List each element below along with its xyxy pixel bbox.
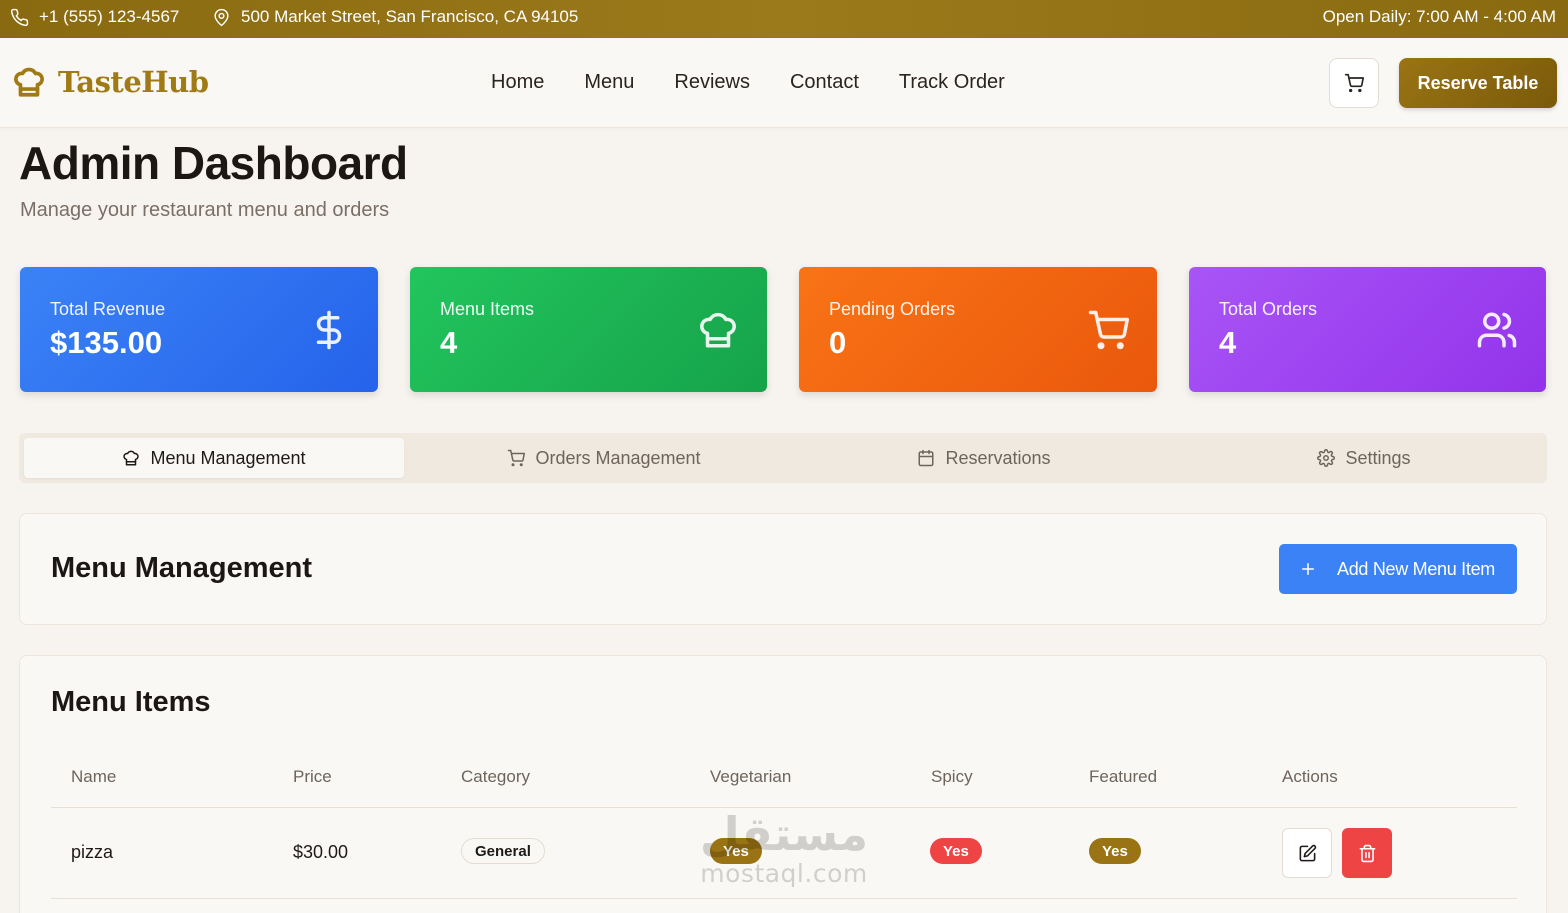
edit-icon xyxy=(1299,844,1316,861)
logo-text: TasteHub xyxy=(58,65,209,99)
section-title: Menu Items xyxy=(51,686,211,718)
stat-card-pending-orders: Pending Orders 0 xyxy=(799,267,1157,392)
add-menu-item-button[interactable]: Add New Menu Item xyxy=(1279,544,1517,594)
top-info-bar: +1 (555) 123-4567 500 Market Street, San… xyxy=(0,0,1568,38)
stat-label: Pending Orders xyxy=(829,299,956,319)
tab-label: Menu Management xyxy=(150,447,306,468)
column-header: Actions xyxy=(1282,767,1338,786)
nav-links: Home Menu Reviews Contact Track Order xyxy=(491,71,1005,94)
item-price: $30.00 xyxy=(293,842,349,862)
tab-label: Reservations xyxy=(945,447,1051,468)
cart-icon xyxy=(1087,309,1129,351)
cart-button[interactable] xyxy=(1329,58,1379,108)
contact-address: 500 Market Street, San Francisco, CA 941… xyxy=(212,7,578,27)
menu-management-card: Menu Management Add New Menu Item xyxy=(19,513,1547,625)
page-title: Admin Dashboard xyxy=(19,137,408,189)
chef-hat-icon xyxy=(697,309,739,351)
section-title: Menu Management xyxy=(51,552,313,584)
tab-settings[interactable]: Settings xyxy=(1174,438,1554,478)
table-header: Name Price Category Vegetarian Spicy Fea… xyxy=(51,756,1517,808)
column-header: Featured xyxy=(1089,767,1158,786)
chef-hat-icon xyxy=(123,450,140,466)
nav-link-reviews[interactable]: Reviews xyxy=(674,71,750,94)
tab-menu-management[interactable]: Menu Management xyxy=(24,438,404,478)
nav-link-home[interactable]: Home xyxy=(491,71,544,94)
chef-hat-icon xyxy=(14,67,44,97)
main-navbar: TasteHub Home Menu Reviews Contact Track… xyxy=(0,38,1568,128)
map-pin-icon xyxy=(214,8,229,26)
nav-link-contact[interactable]: Contact xyxy=(790,71,859,94)
stat-label: Total Orders xyxy=(1219,299,1318,319)
opening-hours: Open Daily: 7:00 AM - 4:00 AM xyxy=(1323,7,1556,27)
stat-label: Total Revenue xyxy=(50,299,166,319)
reserve-table-button[interactable]: Reserve Table xyxy=(1399,58,1557,108)
edit-button[interactable] xyxy=(1282,828,1332,878)
stat-card-total-revenue: Total Revenue $135.00 xyxy=(20,267,378,392)
tab-label: Settings xyxy=(1345,447,1411,468)
nav-link-track-order[interactable]: Track Order xyxy=(899,71,1005,94)
stat-value: 0 xyxy=(829,325,847,360)
stat-card-total-orders: Total Orders 4 xyxy=(1189,267,1546,392)
contact-phone[interactable]: +1 (555) 123-4567 xyxy=(10,7,179,27)
stat-value: 4 xyxy=(1219,325,1237,360)
hours-text: Open Daily: 7:00 AM - 4:00 AM xyxy=(1322,7,1556,26)
page-subtitle: Manage your restaurant menu and orders xyxy=(20,199,390,221)
delete-button[interactable] xyxy=(1342,828,1392,878)
stat-value: 4 xyxy=(440,325,458,360)
users-icon xyxy=(1476,309,1518,351)
column-header: Category xyxy=(461,767,530,786)
trash-icon xyxy=(1359,844,1375,862)
stat-value: $135.00 xyxy=(50,325,163,360)
stat-card-menu-items: Menu Items 4 xyxy=(410,267,767,392)
plus-icon xyxy=(1302,563,1314,575)
tab-orders-management[interactable]: Orders Management xyxy=(414,438,794,478)
phone-icon xyxy=(10,8,29,26)
gear-icon xyxy=(1317,449,1336,467)
vegetarian-badge: Yes xyxy=(710,838,762,864)
add-menu-item-label: Add New Menu Item xyxy=(1337,558,1495,579)
phone-number: +1 (555) 123-4567 xyxy=(39,7,180,26)
spicy-badge: Yes xyxy=(930,838,982,864)
dollar-icon xyxy=(308,309,350,351)
tab-reservations[interactable]: Reservations xyxy=(794,438,1174,478)
calendar-icon xyxy=(918,449,934,467)
item-name: pizza xyxy=(71,842,114,862)
column-header: Price xyxy=(293,767,332,786)
nav-link-menu[interactable]: Menu xyxy=(584,71,634,94)
dashboard-tabs: Menu Management Orders Management Reserv… xyxy=(19,433,1547,483)
featured-badge: Yes xyxy=(1089,838,1141,864)
stat-label: Menu Items xyxy=(440,299,535,319)
column-header: Name xyxy=(71,767,117,786)
category-badge: General xyxy=(461,838,545,864)
address-text: 500 Market Street, San Francisco, CA 941… xyxy=(241,7,579,26)
table-row: pizza $30.00 General Yes Yes Yes xyxy=(51,808,1517,899)
column-header: Vegetarian xyxy=(710,767,792,786)
menu-items-card: Menu Items Name Price Category Vegetaria… xyxy=(19,655,1547,913)
cart-icon xyxy=(508,449,526,467)
logo[interactable]: TasteHub xyxy=(12,64,209,100)
tab-label: Orders Management xyxy=(535,447,701,468)
column-header: Spicy xyxy=(931,767,973,786)
cart-icon xyxy=(1344,73,1364,93)
